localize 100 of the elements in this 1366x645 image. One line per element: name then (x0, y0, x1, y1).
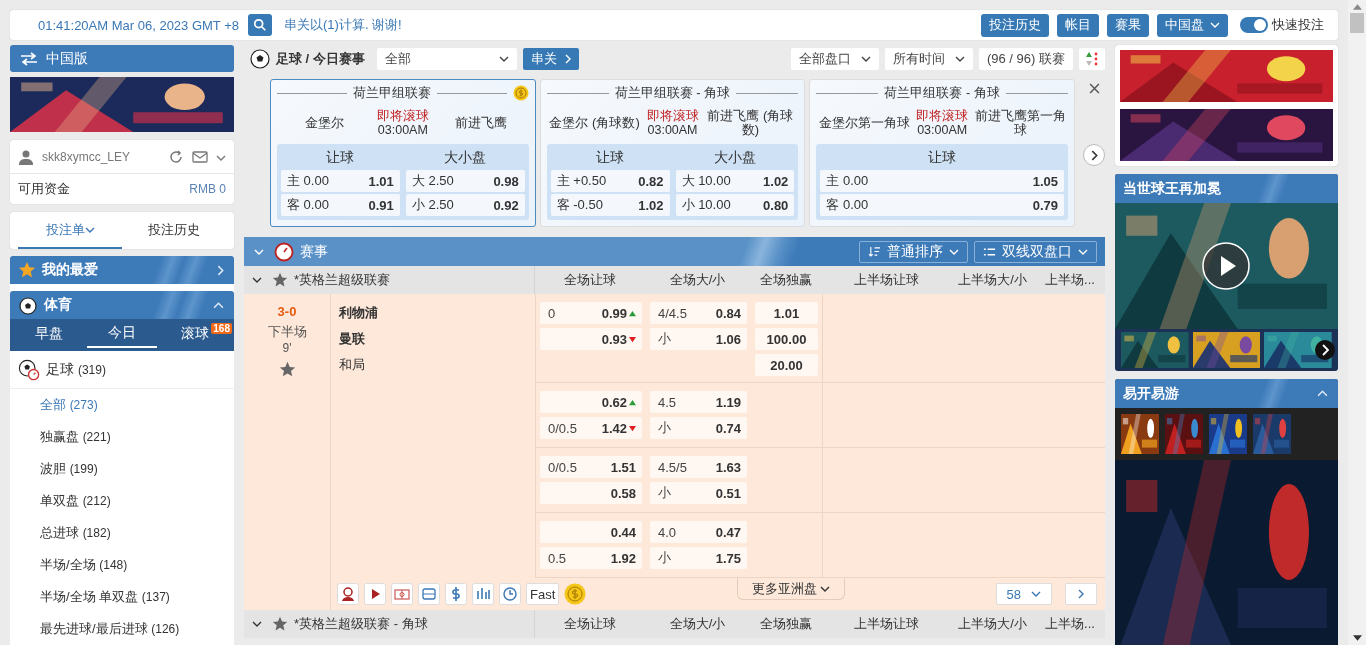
market-item[interactable]: 波胆 (199) (10, 453, 234, 485)
mail-icon[interactable] (192, 150, 208, 163)
bet-tab[interactable]: 投注单 (18, 212, 122, 249)
odds-button[interactable]: 客 0.00 0.91 (281, 194, 400, 216)
odds-button[interactable]: 小 10.00 0.80 (675, 194, 795, 216)
page-dropdown[interactable]: 58 (995, 583, 1052, 605)
next-button[interactable] (1083, 144, 1105, 166)
odds-button[interactable]: 0.62 (540, 391, 642, 414)
refresh-icon[interactable] (168, 148, 184, 165)
pitch-icon[interactable] (391, 583, 413, 605)
odds-button[interactable]: 大 10.00 1.02 (675, 170, 795, 192)
odds-button[interactable]: 大 2.50 0.98 (405, 170, 525, 192)
odds-button[interactable]: 0.5 1.92 (540, 547, 642, 570)
odds-button[interactable]: 客 -0.50 1.02 (550, 194, 670, 216)
odds-button[interactable]: 0/0.5 1.42 (540, 417, 642, 440)
play-icon[interactable] (364, 583, 386, 605)
close-icon[interactable] (1088, 83, 1100, 94)
odds-button[interactable]: 小 2.50 0.92 (405, 194, 525, 216)
markets-dropdown[interactable]: 全部盘口 (790, 48, 879, 70)
sports-header[interactable]: 体育 (10, 291, 234, 319)
market-item[interactable]: 半场/全场 单双盘 (137) (10, 581, 234, 613)
odds-button[interactable]: 4.0 0.47 (650, 521, 747, 544)
more-markets-tab[interactable]: 更多亚洲盘 (736, 578, 846, 600)
market-item[interactable]: 半场/全场 (148) (10, 549, 234, 581)
sort-arrows-button[interactable] (1079, 48, 1105, 70)
odds-button[interactable]: 主 0.00 1.01 (281, 170, 400, 192)
match-status: 即将滚球 (916, 109, 969, 123)
soccer-ball-icon (250, 49, 270, 69)
column-header: 全场大/小 (668, 615, 727, 633)
favorites-header[interactable]: 我的最爱 (10, 256, 234, 284)
odds-button[interactable]: 主 0.00 1.05 (820, 170, 1064, 192)
search-button[interactable] (248, 14, 272, 36)
home-team: 金堡尔 (304, 116, 346, 130)
team-name: 和局 (339, 356, 366, 374)
coin-icon[interactable] (564, 583, 587, 605)
scroll-thumb[interactable] (1350, 13, 1364, 33)
odds-button[interactable]: 4.5 1.19 (650, 391, 747, 414)
period-tab[interactable]: 早盘 (14, 319, 84, 351)
star-icon[interactable] (272, 616, 288, 632)
odds-button[interactable]: 4/4.5 0.84 (650, 302, 747, 324)
nav-button[interactable]: 投注历史 (981, 13, 1049, 37)
live-stream-icon[interactable] (337, 583, 359, 605)
odds-button[interactable]: 1.01 (755, 302, 818, 324)
odds-line: 4.0 (658, 524, 677, 540)
market-item[interactable]: 总进球 (182) (10, 517, 234, 549)
market-item[interactable]: 单双盘 (212) (10, 485, 234, 517)
column-header: 上半场让球 (852, 271, 920, 289)
odds-button[interactable]: 4.5/5 1.63 (650, 456, 747, 479)
period-tab[interactable]: 今日 (87, 319, 157, 348)
odds-button[interactable]: 0.93 (540, 328, 642, 350)
filter-dropdown[interactable]: 全部 (376, 48, 517, 70)
ticket-icon[interactable] (418, 583, 440, 605)
nav-button[interactable]: 帐目 (1057, 13, 1099, 37)
nav-button[interactable]: 赛果 (1107, 13, 1149, 37)
sport-item[interactable]: 足球 (319) (10, 351, 234, 389)
toggle-switch[interactable] (1240, 17, 1268, 33)
fast-button[interactable]: Fast (526, 583, 560, 605)
odds-line: 4/4.5 (658, 305, 687, 321)
team-name: 曼联 (339, 330, 366, 348)
odds-button[interactable]: 0/0.5 1.51 (540, 456, 642, 479)
parlay-button[interactable]: 串关 (522, 48, 579, 70)
scrollbar[interactable] (1348, 0, 1366, 645)
scroll-up-icon[interactable] (1352, 4, 1362, 10)
scroll-down-icon[interactable] (1352, 635, 1362, 641)
chevron-up-icon[interactable] (1317, 390, 1328, 397)
odds-line: 0 (548, 305, 556, 321)
odds-value: 0.93 (601, 331, 627, 347)
view-dropdown[interactable]: 双线双盘口 (974, 240, 1097, 263)
version-button[interactable]: 中国版 (10, 45, 234, 72)
odds-button[interactable]: 小 1.06 (650, 328, 747, 350)
league-filter-button[interactable]: (96 / 96) 联赛 (978, 48, 1073, 70)
odds-value: 1.42 (601, 420, 627, 436)
odds-button[interactable]: 小 0.51 (650, 482, 747, 505)
chevron-down-icon (820, 586, 831, 593)
market-item[interactable]: 全部 (273) (10, 389, 234, 421)
bet-tab[interactable]: 投注历史 (122, 212, 226, 249)
time-dropdown[interactable]: 所有时间 (884, 48, 973, 70)
odds-button[interactable]: 小 1.75 (650, 547, 747, 570)
market-item[interactable]: 最先进球/最后进球 (126) (10, 613, 234, 645)
market-item[interactable]: 独赢盘 (221) (10, 421, 234, 453)
odds-button[interactable]: 客 0.00 0.79 (820, 194, 1064, 216)
odds-button[interactable]: 小 0.74 (650, 417, 747, 440)
odds-button[interactable]: 0 0.99 (540, 302, 642, 324)
odds-button[interactable]: 主 +0.50 0.82 (550, 170, 670, 192)
bar-chart-icon[interactable] (472, 583, 494, 605)
star-icon[interactable] (272, 272, 288, 288)
odds-type-dropdown[interactable]: 中国盘 (1157, 13, 1228, 37)
column-header: 全场独赢 (759, 271, 813, 289)
league-name: *英格兰超级联赛 (294, 271, 391, 289)
featured-match-card[interactable]: 荷兰甲组联赛 金堡尔 即将滚球 03:00AM 前进飞鹰 让球 主 0.00 1.01 客 0.00 0.91 大小盘 大 2.50 0.98 小 2.50 0.92 (270, 79, 536, 227)
star-icon[interactable] (278, 361, 296, 378)
clock-icon[interactable] (499, 583, 521, 605)
odds-button[interactable]: 100.00 (755, 328, 818, 350)
odds-button[interactable]: 0.58 (540, 482, 642, 505)
column-header: 上半场... (1044, 615, 1096, 633)
odds-button[interactable]: 20.00 (755, 354, 818, 376)
sort-dropdown[interactable]: 普通排序 (859, 240, 968, 263)
dollar-icon[interactable] (445, 583, 467, 605)
odds-button[interactable]: 0.44 (540, 521, 642, 544)
funds-label: 可用资金 (18, 180, 70, 198)
